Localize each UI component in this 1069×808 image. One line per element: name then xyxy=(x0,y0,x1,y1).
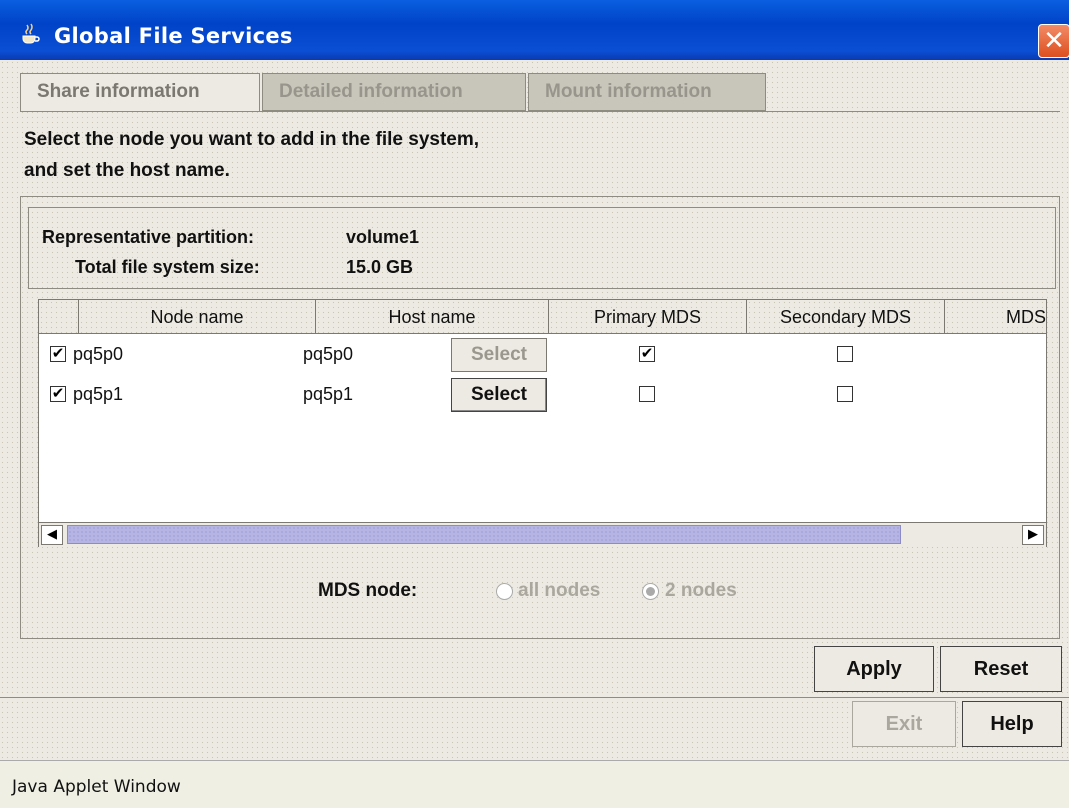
column-header-node-name[interactable]: Node name xyxy=(79,300,316,334)
column-header-host-name[interactable]: Host name xyxy=(316,300,549,334)
column-header-secondary-mds[interactable]: Secondary MDS xyxy=(747,300,945,334)
size-label: Total file system size: xyxy=(75,257,260,277)
instruction-line-2: and set the host name. xyxy=(24,160,230,181)
host-name-cell: pq5p1 xyxy=(303,384,354,404)
status-text: Java Applet Window xyxy=(12,777,181,797)
node-name-cell: pq5p0 xyxy=(73,344,124,364)
column-header-check xyxy=(39,300,79,334)
close-button[interactable]: ✕ xyxy=(1038,24,1069,58)
window-title: Global File Services xyxy=(54,24,293,48)
node-table: Node name Host name Primary MDS Secondar… xyxy=(38,299,1047,547)
separator xyxy=(0,697,1069,698)
column-header-primary-mds[interactable]: Primary MDS xyxy=(549,300,747,334)
scroll-right-arrow-icon[interactable]: ▶ xyxy=(1022,525,1044,545)
status-bar: Java Applet Window xyxy=(0,760,1069,808)
title-bar: Global File Services xyxy=(0,0,1069,60)
row-checkbox[interactable]: ✔ xyxy=(50,346,66,362)
primary-mds-checkbox[interactable]: ✔ xyxy=(639,346,655,362)
radio-selected-dot xyxy=(646,587,655,596)
radio-2-nodes[interactable] xyxy=(642,583,659,600)
partition-label: Representative partition: xyxy=(42,227,255,247)
primary-mds-checkbox[interactable] xyxy=(639,386,655,402)
instruction-line-1: Select the node you want to add in the f… xyxy=(24,129,480,150)
apply-button[interactable]: Apply xyxy=(814,646,934,692)
mds-node-label: MDS node: xyxy=(318,580,418,601)
column-header-mds[interactable]: MDS xyxy=(945,300,1046,334)
radio-all-nodes-label: all nodes xyxy=(518,580,601,601)
host-name-cell: pq5p0 xyxy=(303,344,354,364)
help-button[interactable]: Help xyxy=(962,701,1062,747)
horizontal-scrollbar[interactable]: ◀ ▶ xyxy=(39,522,1046,547)
table-row: ✔ pq5p1 pq5p1 Select xyxy=(39,376,1046,416)
row-checkbox[interactable]: ✔ xyxy=(50,386,66,402)
radio-all-nodes[interactable] xyxy=(496,583,513,600)
scroll-thumb[interactable] xyxy=(67,525,901,544)
partition-value: volume1 xyxy=(346,227,420,247)
table-header: Node name Host name Primary MDS Secondar… xyxy=(39,300,1046,334)
tab-share-information[interactable]: Share information xyxy=(20,73,260,111)
scroll-left-arrow-icon[interactable]: ◀ xyxy=(41,525,63,545)
secondary-mds-checkbox[interactable] xyxy=(837,386,853,402)
reset-button[interactable]: Reset xyxy=(940,646,1062,692)
exit-button[interactable]: Exit xyxy=(852,701,956,747)
select-host-button[interactable]: Select xyxy=(451,378,547,412)
size-value: 15.0 GB xyxy=(346,257,414,277)
tab-detailed-information[interactable]: Detailed information xyxy=(262,73,526,111)
tab-divider xyxy=(20,111,1060,112)
table-row: ✔ pq5p0 pq5p0 Select ✔ xyxy=(39,336,1046,376)
radio-2-nodes-label: 2 nodes xyxy=(665,580,737,601)
tab-mount-information[interactable]: Mount information xyxy=(528,73,766,111)
node-name-cell: pq5p1 xyxy=(73,384,124,404)
select-host-button[interactable]: Select xyxy=(451,338,547,372)
secondary-mds-checkbox[interactable] xyxy=(837,346,853,362)
java-cup-icon xyxy=(22,23,40,44)
